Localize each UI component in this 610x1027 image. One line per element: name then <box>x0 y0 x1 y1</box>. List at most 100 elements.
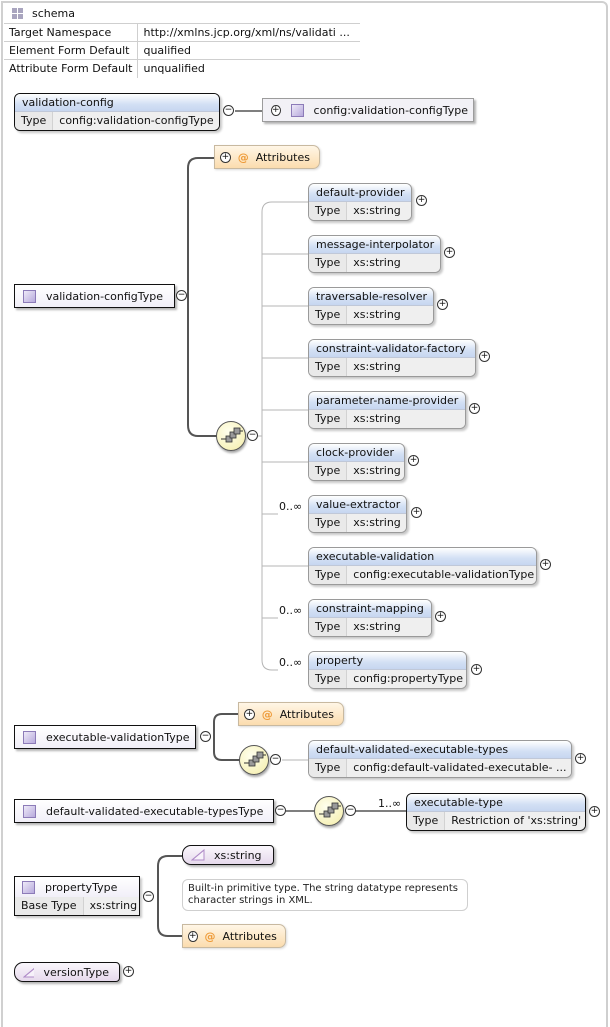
type-value: Restriction of 'xs:string' <box>445 812 585 830</box>
type-value: config:default-validated-executable- ... <box>347 759 571 777</box>
attributes-group[interactable]: + @ Attributes <box>214 145 320 169</box>
type-value: xs:string <box>347 358 475 376</box>
element-name: value-extractor <box>309 496 406 514</box>
element-executable-type[interactable]: executable-type Type Restriction of 'xs:s… <box>406 793 586 831</box>
sequence-compositor[interactable] <box>239 745 269 775</box>
collapse-toggle[interactable]: − <box>247 430 258 441</box>
complex-type-name: default-validated-executable-typesType <box>46 804 264 818</box>
root-element-validation-config[interactable]: validation-config Type config:validation-… <box>14 93 220 131</box>
simple-type-name: versionType <box>43 965 109 979</box>
element-default-validated-executable-types[interactable]: default-validated-executable-types Type c… <box>308 740 572 778</box>
simple-type-xs-string[interactable]: xs:string <box>182 845 274 865</box>
element-name: traversable-resolver <box>309 288 433 306</box>
type-label: Type <box>309 410 348 428</box>
expand-toggle[interactable]: + <box>479 351 490 362</box>
attribute-icon: @ <box>261 707 273 721</box>
collapse-toggle[interactable]: − <box>200 731 211 742</box>
collapse-toggle[interactable]: − <box>176 290 187 301</box>
property-label: Target Namespace <box>4 23 139 42</box>
schema-header: schema <box>12 5 75 22</box>
occurrence-label: 0..∞ <box>279 604 303 617</box>
complex-type-icon <box>23 730 36 744</box>
type-label: Type <box>309 462 348 480</box>
element-name: default-validated-executable-types <box>309 741 571 759</box>
attributes-group[interactable]: + @ Attributes <box>238 702 344 726</box>
occurrence-label: 1..∞ <box>378 797 402 810</box>
type-label: Type <box>309 514 348 532</box>
complex-type-default-validated-executable-typesType[interactable]: default-validated-executable-typesType <box>14 799 274 823</box>
element-constraint-validator-factory[interactable]: constraint-validator-factory Type xs:stri… <box>308 339 476 377</box>
type-label: Type <box>309 618 348 636</box>
element-name: constraint-validator-factory <box>309 340 475 358</box>
complex-type-propertyType[interactable]: propertyType Base Type xs:string <box>14 876 140 916</box>
element-property[interactable]: property Type config:propertyType <box>308 651 467 689</box>
expand-toggle[interactable]: + <box>271 104 281 116</box>
element-name: clock-provider <box>309 444 404 462</box>
complex-type-header: propertyType <box>15 877 139 897</box>
collapse-toggle[interactable]: − <box>345 805 356 816</box>
collapse-toggle[interactable]: − <box>270 754 281 765</box>
table-row: Target Namespace http://xmlns.jcp.org/xm… <box>4 23 360 42</box>
element-message-interpolator[interactable]: message-interpolator Type xs:string <box>308 235 441 273</box>
attributes-group[interactable]: + @ Attributes <box>182 924 286 948</box>
complex-type-icon <box>22 880 35 894</box>
schema-properties-table: Target Namespace http://xmlns.jcp.org/xm… <box>4 23 360 78</box>
simple-type-versionType[interactable]: versionType <box>14 962 120 982</box>
type-ref-validation-configType[interactable]: + config:validation-configType <box>262 98 474 122</box>
expand-toggle[interactable]: + <box>471 664 482 675</box>
expand-toggle[interactable]: + <box>220 151 231 163</box>
type-label: Type <box>309 202 348 220</box>
sequence-icon <box>244 751 266 767</box>
expand-toggle[interactable]: + <box>469 403 480 414</box>
expand-toggle[interactable]: + <box>408 455 419 466</box>
expand-toggle[interactable]: + <box>411 507 422 518</box>
expand-toggle[interactable]: + <box>437 299 448 310</box>
element-clock-provider[interactable]: clock-provider Type xs:string <box>308 443 405 481</box>
element-parameter-name-provider[interactable]: parameter-name-provider Type xs:string <box>308 391 466 429</box>
property-value: qualified <box>137 41 360 60</box>
type-value: config:validation-configType <box>53 112 219 130</box>
element-constraint-mapping[interactable]: constraint-mapping Type xs:string <box>308 599 432 637</box>
complex-type-name: executable-validationType <box>46 730 190 744</box>
element-value-extractor[interactable]: value-extractor Type xs:string <box>308 495 407 533</box>
base-type-label: Base Type <box>15 897 84 915</box>
collapse-toggle[interactable]: − <box>223 105 234 116</box>
complex-type-validation-configType[interactable]: validation-configType <box>14 284 175 308</box>
expand-toggle[interactable]: + <box>589 806 600 817</box>
base-type-value: xs:string <box>83 897 139 915</box>
sequence-icon <box>319 802 341 818</box>
sequence-icon <box>221 427 243 443</box>
type-value: config:propertyType <box>347 670 466 688</box>
collapse-toggle[interactable]: − <box>275 805 286 816</box>
complex-type-icon <box>290 103 304 117</box>
element-name: parameter-name-provider <box>309 392 465 410</box>
expand-toggle[interactable]: + <box>575 753 586 764</box>
sequence-compositor[interactable] <box>216 421 246 451</box>
expand-toggle[interactable]: + <box>444 247 455 258</box>
type-value: xs:string <box>347 202 411 220</box>
element-traversable-resolver[interactable]: traversable-resolver Type xs:string <box>308 287 434 325</box>
type-label: Type <box>309 254 348 272</box>
element-default-provider[interactable]: default-provider Type xs:string <box>308 183 412 221</box>
type-label: Type <box>309 566 348 584</box>
complex-type-executable-validationType[interactable]: executable-validationType <box>14 725 196 749</box>
element-name: executable-type <box>407 794 585 812</box>
element-executable-validation[interactable]: executable-validation Type config:executa… <box>308 547 537 585</box>
sequence-compositor[interactable] <box>314 796 344 826</box>
element-name: message-interpolator <box>309 236 440 254</box>
expand-toggle[interactable]: + <box>244 708 255 720</box>
element-name: validation-config <box>15 94 219 112</box>
occurrence-label: 0..∞ <box>279 500 303 513</box>
table-row: Attribute Form Default unqualified <box>4 59 360 78</box>
expand-toggle[interactable]: + <box>188 930 198 942</box>
expand-toggle[interactable]: + <box>123 966 134 977</box>
attribute-icon: @ <box>204 929 216 943</box>
type-value: xs:string <box>347 254 440 272</box>
expand-toggle[interactable]: + <box>540 559 551 570</box>
expand-toggle[interactable]: + <box>416 195 427 206</box>
schema-title: schema <box>32 7 75 20</box>
expand-toggle[interactable]: + <box>435 611 446 622</box>
table-row: Element Form Default qualified <box>4 41 360 60</box>
collapse-toggle[interactable]: − <box>143 891 154 902</box>
property-value: unqualified <box>137 59 360 78</box>
